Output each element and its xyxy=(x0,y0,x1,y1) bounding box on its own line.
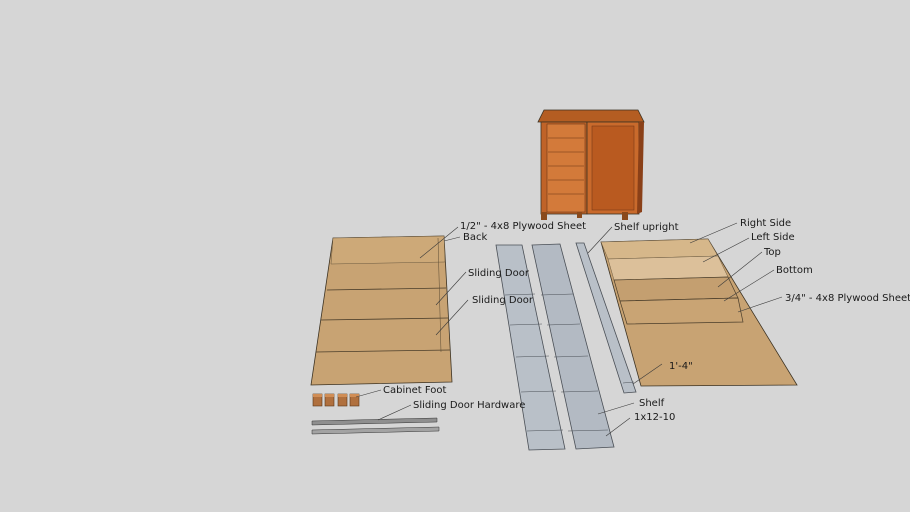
cutlist-diagram: 1/2" - 4x8 Plywood Sheet Back Sliding Do… xyxy=(310,109,910,451)
label-cabinet-foot: Cabinet Foot xyxy=(383,385,446,396)
label-shelf: Shelf xyxy=(639,398,665,409)
label-plywood-three-quarter: 3/4" - 4x8 Plywood Sheet xyxy=(785,293,910,304)
assembled-cabinet xyxy=(537,109,645,220)
label-1x12: 1x12-10 xyxy=(634,412,675,423)
label-plywood-half: 1/2" - 4x8 Plywood Sheet xyxy=(460,221,586,232)
plywood-sheet-half-inch xyxy=(310,235,453,386)
plywood-sheet-three-quarter xyxy=(600,238,798,387)
label-sliding-door-hardware: Sliding Door Hardware xyxy=(413,400,525,411)
label-dimension: 1'-4" xyxy=(669,361,693,372)
cabinet-feet xyxy=(312,393,360,407)
sliding-door-hardware xyxy=(311,417,440,435)
label-bottom: Bottom xyxy=(776,265,813,276)
label-back: Back xyxy=(463,232,487,243)
label-sliding-door-2: Sliding Door xyxy=(472,295,534,306)
label-sliding-door-1: Sliding Door xyxy=(468,268,530,279)
label-left-side: Left Side xyxy=(751,232,795,243)
label-shelf-upright: Shelf upright xyxy=(614,222,679,233)
label-right-side: Right Side xyxy=(740,218,791,229)
label-top: Top xyxy=(763,247,781,258)
